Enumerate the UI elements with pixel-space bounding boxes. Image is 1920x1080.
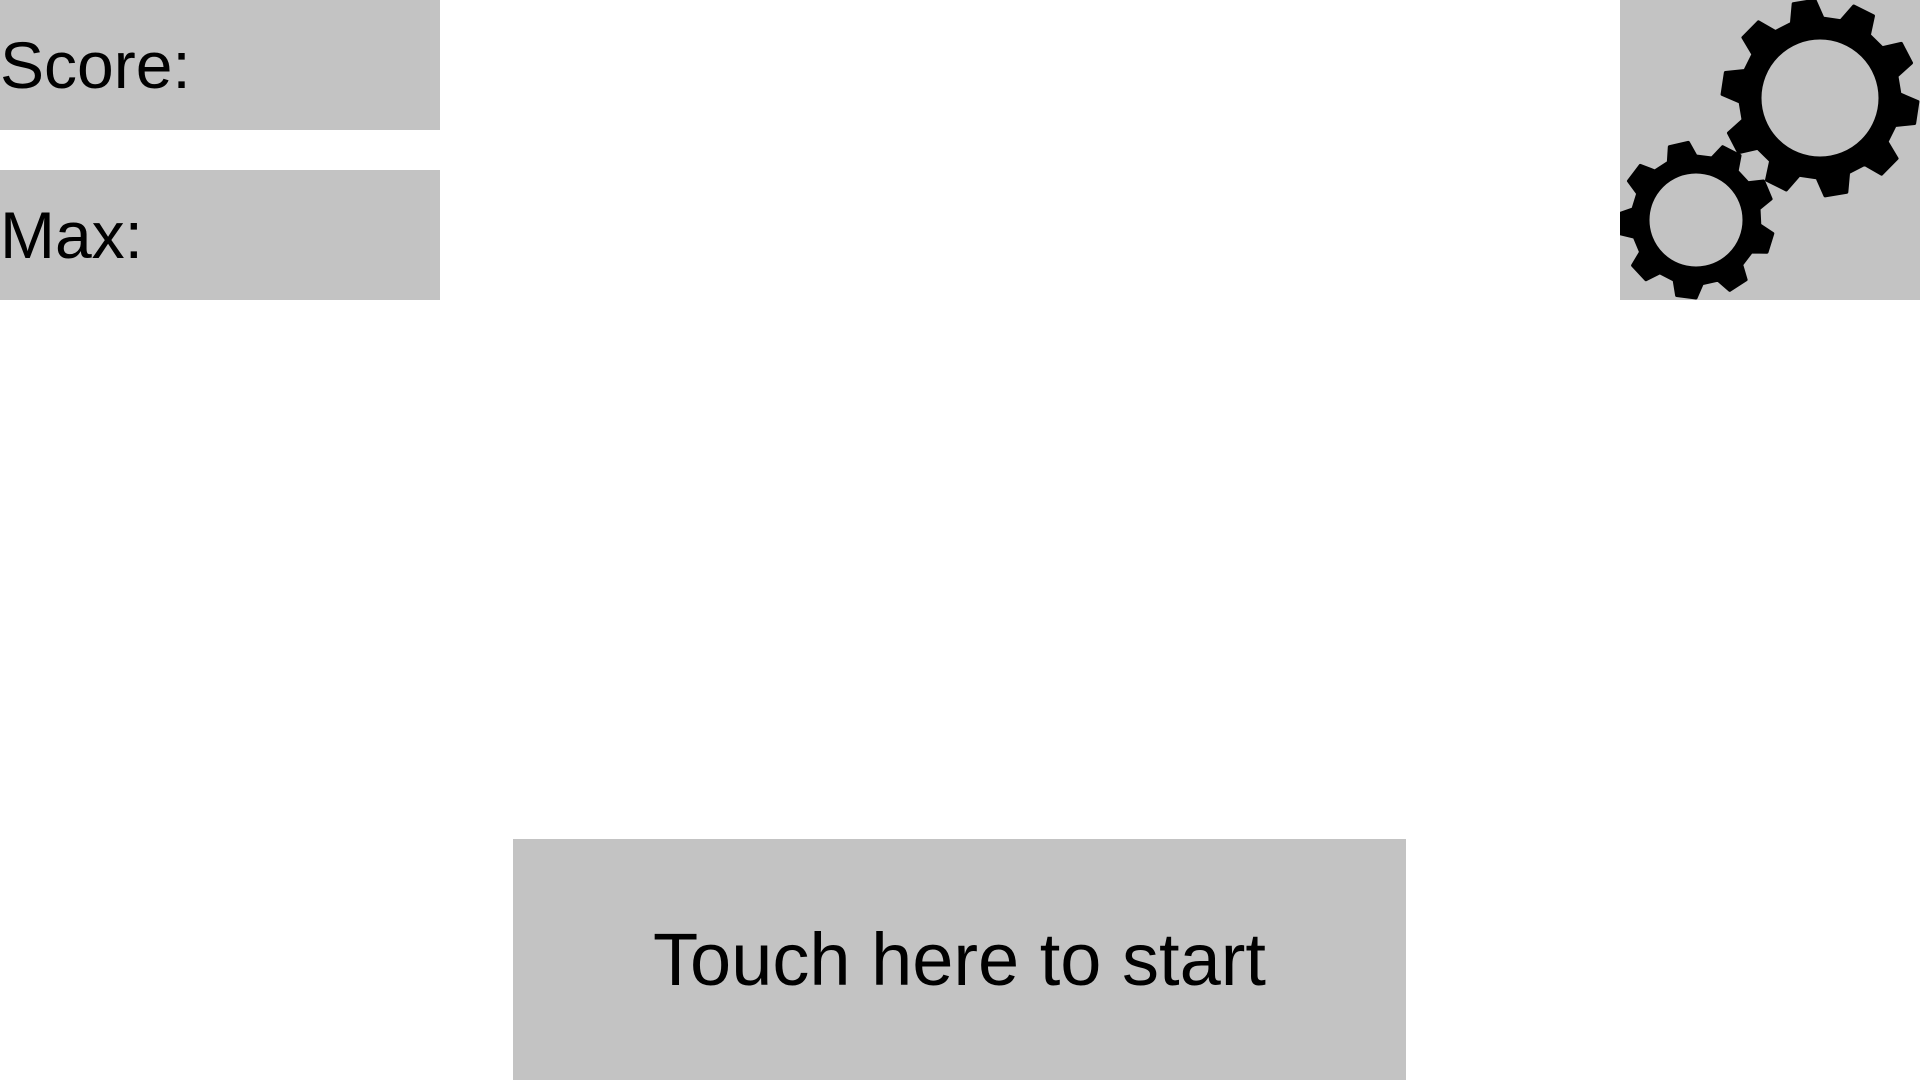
small-gear-shape-path [1620,140,1775,300]
max-score-label: Max: [0,198,144,272]
settings-button[interactable] [1620,0,1920,300]
start-button[interactable]: Touch here to start [513,839,1406,1080]
game-screen: Score: Max: Touch here to start [0,0,1920,1080]
gears-icon [1620,0,1920,300]
start-button-label: Touch here to start [653,918,1266,1001]
score-panel: Score: [0,0,440,130]
max-score-panel: Max: [0,170,440,300]
large-gear-shape-path [1720,0,1920,198]
small-gear-shape [1620,140,1775,300]
large-gear-shape [1720,0,1920,198]
score-display: Score: [0,0,205,130]
max-score-display: Max: [0,170,157,300]
score-label: Score: [0,28,191,102]
